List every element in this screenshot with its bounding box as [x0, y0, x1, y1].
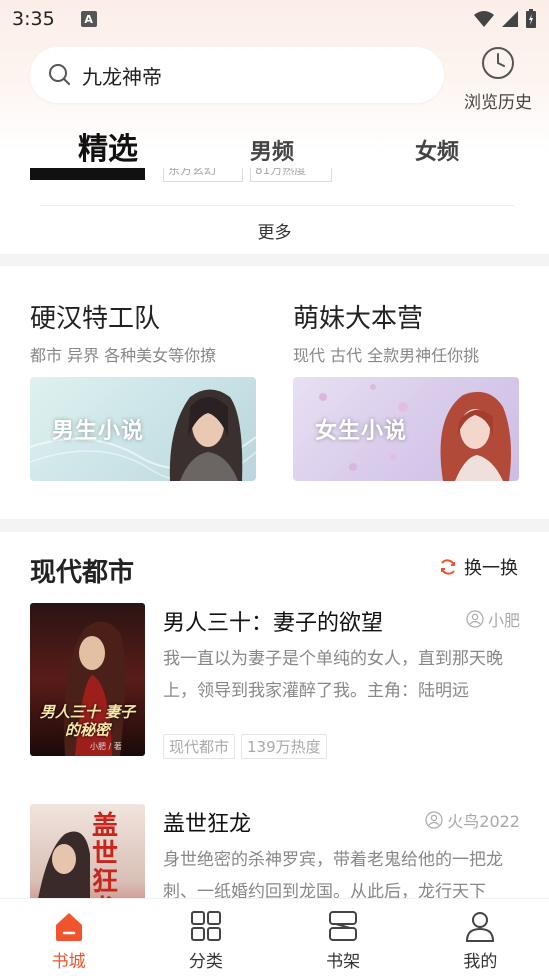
- search-input[interactable]: 九龙神帝: [30, 47, 444, 103]
- status-time: 3:35: [12, 8, 55, 30]
- nav-bookshelf[interactable]: 书架: [275, 899, 412, 976]
- nav-label: 我的: [463, 952, 498, 972]
- author-name: 小肥: [487, 611, 520, 630]
- book-cover[interactable]: 男人三十 妻子的秘密 小肥 / 著: [30, 603, 145, 756]
- nav-label: 书城: [51, 952, 86, 972]
- refresh-label: 换一换: [464, 558, 518, 579]
- book-tags: 现代都市 139万热度: [163, 734, 327, 759]
- user-icon: [466, 912, 495, 942]
- tag-partial: 81万热度: [250, 168, 332, 182]
- channel-tabs: 精选 男频 女频: [0, 124, 549, 172]
- book-author: 小肥: [466, 607, 520, 631]
- bookshelf-icon: [329, 911, 358, 941]
- book-description: 我一直以为妻子是个单纯的女人，直到那天晚上，领导到我家灌醉了我。主角：陆明远: [163, 649, 503, 701]
- tag-partial: 东方玄幻: [163, 168, 243, 182]
- card-title: 萌妹大本营: [293, 304, 424, 334]
- nav-label: 分类: [188, 952, 223, 972]
- search-query: 九龙神帝: [82, 64, 162, 89]
- status-bar: 3:35 A: [0, 0, 549, 38]
- divider: [40, 205, 514, 206]
- category-cards: 硬汉特工队 都市 异界 各种美女等你撩 男生小说 萌妹大本营 现代 古代 全款男…: [0, 266, 549, 519]
- wifi-icon: [474, 11, 494, 27]
- signal-icon: [502, 11, 518, 27]
- clock-icon: [482, 47, 514, 79]
- tag-category: 现代都市: [163, 734, 236, 759]
- book-section: 现代都市 换一换 男人三十 妻子的秘密 小肥 / 著 男人三十：妻子的欲望 小肥…: [0, 532, 549, 912]
- refresh-icon: [441, 559, 455, 575]
- notification-a-icon: A: [80, 11, 97, 27]
- author-icon: [466, 610, 484, 628]
- book-cover[interactable]: 盖世狂龙: [30, 804, 145, 912]
- search-icon: [49, 64, 70, 85]
- author-icon: [425, 811, 443, 829]
- cover-title: 盖世狂龙: [92, 811, 119, 912]
- card-subtitle: 现代 古代 全款男神任你挑: [293, 346, 480, 365]
- refresh-button[interactable]: 换一换: [438, 554, 518, 580]
- book-cover-partial[interactable]: [30, 168, 145, 180]
- more-button[interactable]: 更多: [0, 218, 549, 243]
- card-title: 硬汉特工队: [30, 304, 161, 334]
- nav-profile[interactable]: 我的: [412, 899, 549, 976]
- tag-popularity: 139万热度: [241, 734, 327, 759]
- grid-icon: [190, 911, 221, 941]
- bottom-nav: 书城 分类 书架 我的: [0, 898, 549, 976]
- book-title: 男人三十：妻子的欲望: [163, 611, 384, 636]
- card-image-label: 男生小说: [52, 418, 145, 444]
- card-image-male[interactable]: 男生小说: [30, 377, 256, 481]
- nav-label: 书架: [326, 952, 361, 972]
- tab-male[interactable]: 男频: [250, 134, 294, 166]
- card-image-label: 女生小说: [315, 418, 408, 444]
- battery-icon: [526, 9, 536, 28]
- card-subtitle: 都市 异界 各种美女等你撩: [30, 346, 217, 365]
- card-image-female[interactable]: 女生小说: [293, 377, 519, 481]
- author-name: 火鸟2022: [447, 812, 520, 831]
- nav-category[interactable]: 分类: [137, 899, 274, 976]
- cover-author: 小肥 / 著: [90, 742, 122, 751]
- nav-bookstore[interactable]: 书城: [0, 899, 137, 976]
- tab-featured[interactable]: 精选: [78, 124, 138, 168]
- history-button[interactable]: 浏览历史: [458, 46, 538, 113]
- home-icon: [55, 913, 82, 941]
- book-title: 盖世狂龙: [163, 812, 252, 837]
- cover-title: 男人三十 妻子的秘密: [39, 703, 136, 739]
- tab-female[interactable]: 女频: [415, 134, 459, 166]
- book-author: 火鸟2022: [425, 808, 520, 832]
- history-label: 浏览历史: [464, 93, 532, 113]
- section-title: 现代都市: [30, 558, 135, 588]
